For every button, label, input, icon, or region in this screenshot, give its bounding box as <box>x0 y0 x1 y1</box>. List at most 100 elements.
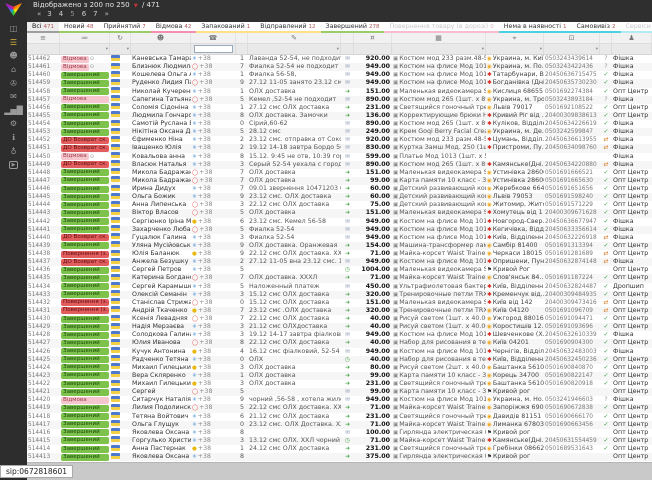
order-total: 450.00 <box>354 283 392 291</box>
product-cell: ▣Рисуй светом (1шт. х 40.00 = 40.. <box>392 323 486 331</box>
client-name: Николай Кучеренко <box>131 88 191 96</box>
comment-text: 27.12 11-05 вна 23.12 смс. 19.. <box>248 258 341 266</box>
tab-сервіси[interactable]: Сервіси0 <box>621 22 652 33</box>
table-row[interactable]: 514413ЗавершенийЯковлева Оксана✳+388➔375… <box>27 453 652 461</box>
comment-text: 24.12 смс ОЛХ доставка <box>248 445 341 453</box>
address-cell: ◉Слов'янськ 84.. <box>486 274 544 282</box>
column-header-id[interactable]: ≡ <box>27 33 60 43</box>
olx-channel-icon: ➔ <box>341 169 354 177</box>
page-number-5[interactable]: 5 <box>70 10 74 18</box>
tab-запакований[interactable]: Запакований1 <box>196 22 255 33</box>
clients-icon[interactable]: ☻ <box>0 49 27 63</box>
settings-icon[interactable]: ⚙ <box>0 117 27 131</box>
messenger-icon: ◯ <box>192 80 198 86</box>
page-number-7[interactable]: 7 <box>93 10 97 18</box>
column-header-flag[interactable]: ↻ <box>110 33 131 43</box>
filter-dropdown-icon[interactable]: ▾ <box>540 47 542 52</box>
globe-icon[interactable]: ♁ <box>0 144 27 158</box>
column-header-price[interactable]: ¤ <box>354 33 392 43</box>
counter-value: 0 <box>236 120 248 128</box>
column-header-channel[interactable] <box>341 33 354 43</box>
column-header-num[interactable] <box>236 33 248 43</box>
messages-icon[interactable]: ✉ <box>0 90 27 104</box>
client-name: Людмила Гончарова <box>131 112 191 120</box>
range-dropdown-icon[interactable]: ▼ <box>134 3 138 9</box>
counter-value: 3 <box>236 380 248 388</box>
column-header-tracking[interactable]: ⊡ <box>544 33 600 43</box>
counter-value: 3 <box>236 161 248 169</box>
comment-text: 23.12 смс. Кемел 56-58 <box>248 218 341 226</box>
sms-channel-icon: ✉ <box>341 429 354 437</box>
first-page-button[interactable]: « <box>37 10 40 18</box>
package-icon: ▣ <box>393 162 398 168</box>
tab-відправлений[interactable]: Відправлений12 <box>255 22 320 33</box>
order-total: 375.00 <box>354 453 392 461</box>
status-cell: ДО Возврат ск. <box>60 259 110 266</box>
stats-icon[interactable]: ▂▅█ <box>0 104 27 118</box>
shop-icon[interactable]: ⌂ <box>0 63 27 77</box>
page-number-3[interactable]: 3 <box>47 10 51 18</box>
app-logo-icon[interactable] <box>5 3 22 16</box>
filter-dropdown-icon[interactable]: ▾ <box>337 47 339 52</box>
ukrposhta-icon: ◉ <box>487 97 492 103</box>
counter-value: 1 <box>236 372 248 380</box>
column-header-status[interactable]: ≔ <box>60 33 110 43</box>
delivery-state-icon: ✓ <box>600 177 612 185</box>
info-icon[interactable]: ℹ <box>0 131 27 145</box>
sms-channel-icon: ✉ <box>341 331 354 339</box>
comment-text: ОЛХ доставка. ХХХЛ <box>248 274 341 282</box>
column-header-comment[interactable]: ✎ <box>248 33 341 43</box>
phone-cell: ✳+38 <box>191 71 236 79</box>
tab-самовивіз[interactable]: Самовивіз2 <box>572 22 621 33</box>
messenger-icon: ● <box>192 349 197 355</box>
tab-новий[interactable]: Новий48 <box>59 22 98 33</box>
address-cell: ◉Ужгород 88016 <box>486 315 544 323</box>
tracking-number: 0501690840870 <box>544 364 600 372</box>
filter-dropdown-icon[interactable]: ▾ <box>482 47 484 52</box>
status-cell: Завершений <box>60 112 110 119</box>
tracking-number: 0501692274384 <box>544 88 600 96</box>
tab-відмова[interactable]: Відмова42 <box>151 22 197 33</box>
page-number-4[interactable]: 4 <box>59 10 63 18</box>
status-cell: Повернення (з.. <box>60 307 110 314</box>
source-name: Фішка <box>612 55 652 63</box>
product-cell: ▣Костюм мод 265 (1шт. х 890.00 .. <box>392 161 486 169</box>
tab-прийнятий[interactable]: Прийнятий7 <box>99 22 151 33</box>
product-cell: ▣Костюм на флисе Мод 1014 (1ш.. <box>392 234 486 242</box>
status-cell: Завершений <box>60 291 110 298</box>
tab-завершений[interactable]: Завершений278 <box>321 22 385 33</box>
tab-нема-в-наявності[interactable]: Нема в наявності1 <box>499 22 572 33</box>
column-header-name[interactable]: ☻ <box>131 33 191 43</box>
tab-всі[interactable]: Всі471 <box>27 22 59 33</box>
shown-range-text[interactable]: Відображено з 200 по 250 <box>33 1 130 9</box>
address-cell: ◉Лиманка 67803 <box>486 421 544 429</box>
basket-icon: ▦ <box>435 34 442 42</box>
dashboard-icon[interactable]: ◫ <box>0 22 27 36</box>
column-header-product[interactable]: ▦ <box>392 33 486 43</box>
page-number-6[interactable]: 6 <box>82 10 86 18</box>
status-badge: ДО Возврат ск. <box>61 137 109 144</box>
last-page-button[interactable]: » <box>105 10 108 18</box>
ukraine-flag-icon <box>111 274 120 280</box>
filter-input-phone[interactable] <box>194 45 233 53</box>
tab-повернення-товару-в-дорозі-[interactable]: Повернення товару (в дорозі)0 <box>384 22 498 33</box>
column-header-phone[interactable]: ☎ <box>191 33 236 43</box>
client-name: Самотій Руслана Во.. <box>131 120 191 128</box>
filter-dropdown-icon[interactable]: ▾ <box>127 47 129 52</box>
order-id: 514450 <box>27 153 60 161</box>
orders-icon[interactable]: ☰ <box>0 36 27 50</box>
delivery-state-icon: ✓ <box>600 339 612 347</box>
olx-channel-icon: ➔ <box>341 339 354 347</box>
video-icon[interactable]: ▶ <box>0 158 27 172</box>
filter-dropdown-icon[interactable]: ▾ <box>106 47 108 52</box>
column-header-address[interactable]: ⌖ <box>486 33 544 43</box>
column-header-source[interactable]: ♟ <box>612 33 652 43</box>
ukrposhta-icon: ◉ <box>487 381 492 387</box>
cart-icon[interactable]: ✇ <box>0 76 27 90</box>
olx-channel-icon: ➔ <box>341 315 354 323</box>
column-header-check[interactable] <box>600 33 612 43</box>
ukrposhta-icon: ◉ <box>487 129 492 135</box>
tracking-number: 20400309484935 <box>544 291 600 299</box>
order-total: 249.00 <box>354 128 392 136</box>
filter-dropdown-icon[interactable]: ▾ <box>596 47 598 52</box>
